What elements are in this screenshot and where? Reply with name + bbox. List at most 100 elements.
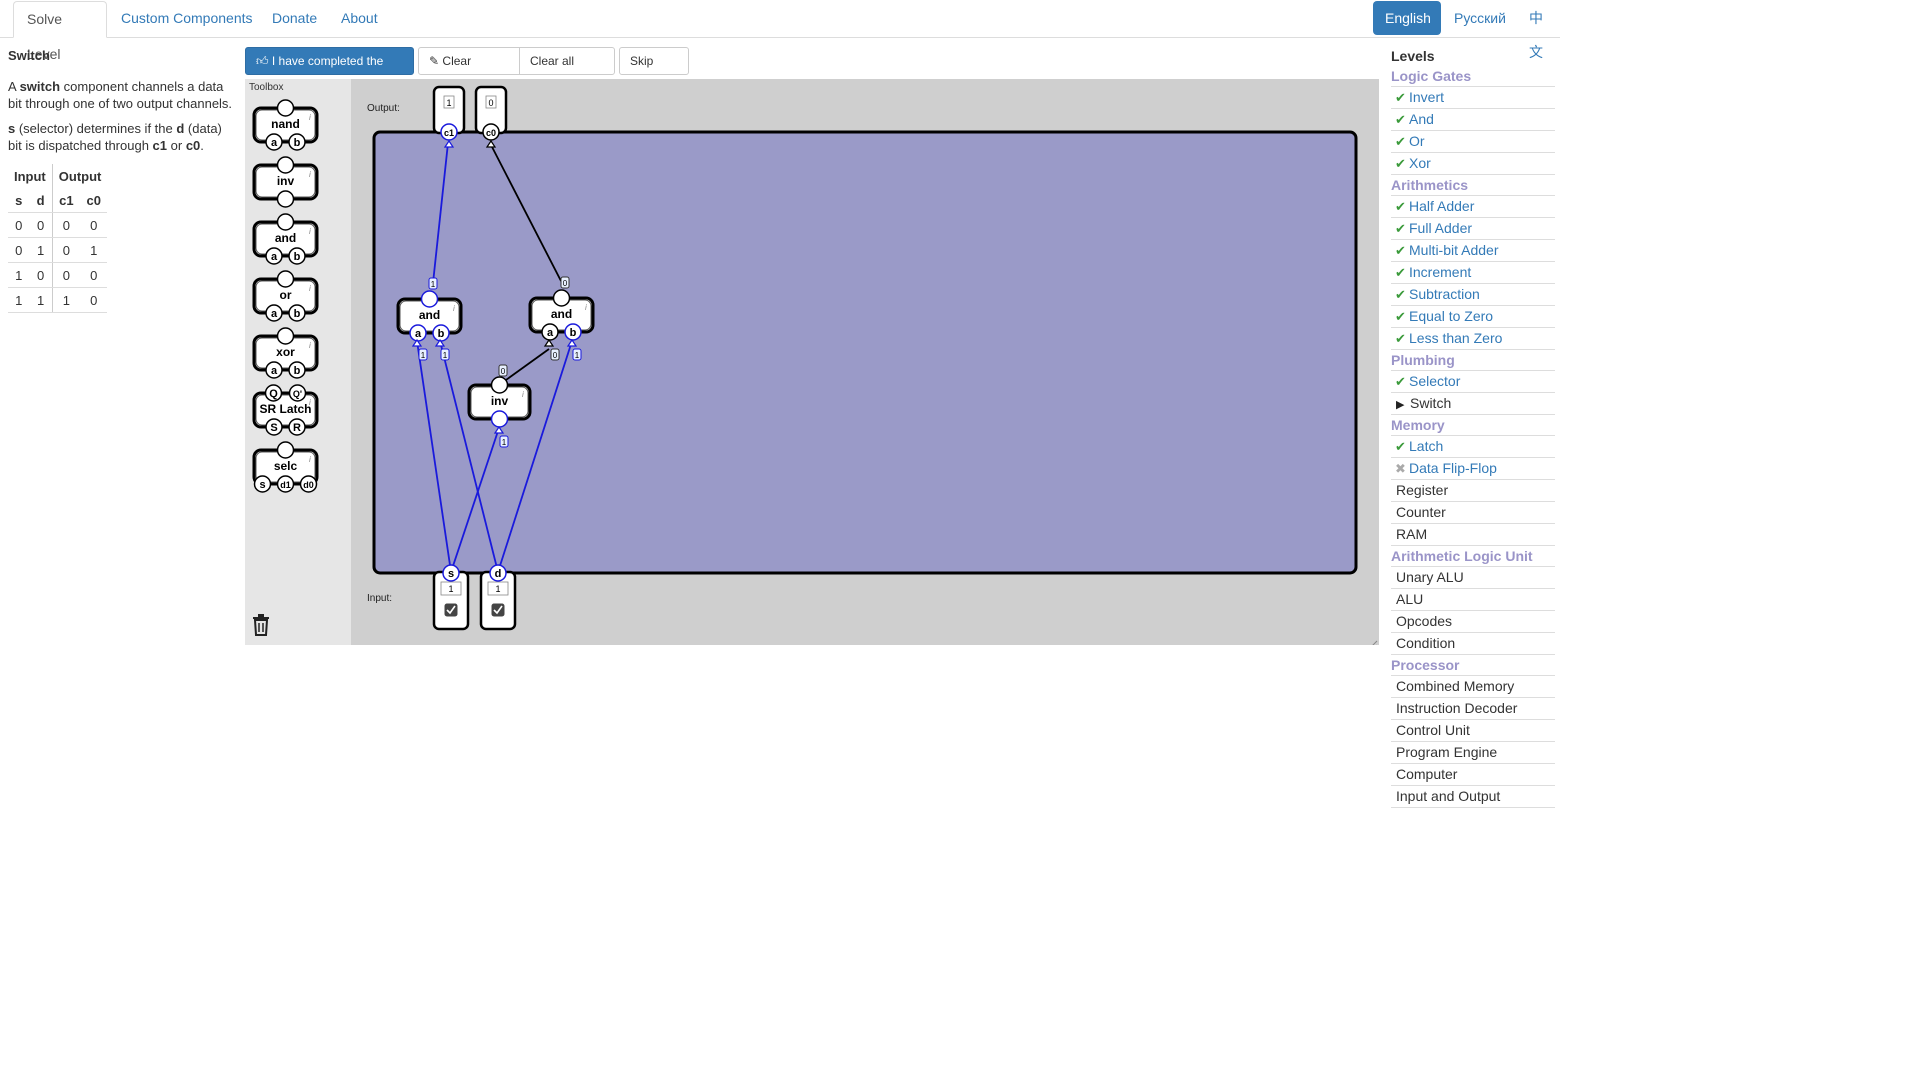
level-item[interactable]: Combined Memory xyxy=(1391,676,1555,698)
output-terminal-c0[interactable]: 0 c0 xyxy=(474,85,508,141)
input-pin[interactable] xyxy=(276,190,295,208)
level-item[interactable]: Computer xyxy=(1391,764,1555,786)
input-pin-r[interactable]: R xyxy=(288,418,306,436)
level-item[interactable]: Opcodes xyxy=(1391,611,1555,633)
level-item[interactable]: ✔ Full Adder xyxy=(1391,218,1555,240)
gate-or[interactable]: or i a b xyxy=(252,270,319,322)
input-pin-s[interactable]: s xyxy=(253,475,272,493)
output-pin[interactable] xyxy=(276,99,295,117)
level-item[interactable]: ✔ Xor xyxy=(1391,153,1555,175)
level-item[interactable]: Input and Output xyxy=(1391,786,1555,808)
input-pin-s[interactable]: s xyxy=(442,564,460,582)
input-label: Input: xyxy=(367,593,392,604)
tab-donate[interactable]: Donate xyxy=(259,1,330,36)
resize-handle-icon[interactable] xyxy=(1368,640,1378,650)
output-pin[interactable] xyxy=(276,327,295,345)
input-pin-s[interactable]: S xyxy=(265,418,283,436)
level-item[interactable]: ✔ Increment xyxy=(1391,262,1555,284)
output-pin[interactable] xyxy=(276,156,295,174)
truth-header-input: Input xyxy=(14,168,46,184)
input-toggle-checkbox[interactable] xyxy=(444,603,458,617)
level-item[interactable]: Condition xyxy=(1391,633,1555,655)
output-pin[interactable]: Q xyxy=(264,384,283,402)
level-item[interactable]: Register xyxy=(1391,480,1555,502)
output-pin[interactable] xyxy=(276,270,295,288)
clear-all-levels-button[interactable]: Clear all levels xyxy=(519,47,615,94)
gate-xor[interactable]: xor i a b xyxy=(252,327,319,379)
level-item[interactable]: ✔ Or xyxy=(1391,131,1555,153)
level-item[interactable]: ✖ Data Flip-Flop xyxy=(1391,458,1555,480)
input-terminal-s[interactable]: 1s xyxy=(432,564,470,631)
lang-english[interactable]: English xyxy=(1373,1,1441,35)
skip-level-button[interactable]: Skip level xyxy=(619,47,689,94)
level-item[interactable]: Unary ALU xyxy=(1391,567,1555,589)
level-item[interactable]: ▶ Switch xyxy=(1391,393,1555,415)
input-pin-a[interactable]: a xyxy=(265,361,283,379)
level-item[interactable]: ✔ And xyxy=(1391,109,1555,131)
input-pin-b[interactable]: b xyxy=(288,133,306,151)
level-item[interactable]: ✔ Equal to Zero xyxy=(1391,306,1555,328)
completed-level-button[interactable]: 👍︎ I have completed the level xyxy=(245,47,414,94)
gate-and[interactable]: and i a b xyxy=(252,213,319,265)
level-item[interactable]: ✔ Multi-bit Adder xyxy=(1391,240,1555,262)
input-pin-a[interactable]: a xyxy=(409,324,427,342)
level-item[interactable]: ✔ Latch xyxy=(1391,436,1555,458)
input-toggle-checkbox[interactable] xyxy=(491,603,505,617)
clear-canvas-button[interactable]: ✎ Clear canvas xyxy=(418,47,520,94)
output-terminal-c1[interactable]: 1 c1 xyxy=(432,85,466,141)
input-pin-a[interactable]: a xyxy=(541,323,559,341)
level-item[interactable]: RAM xyxy=(1391,524,1555,546)
level-item[interactable]: Counter xyxy=(1391,502,1555,524)
input-pin[interactable] xyxy=(490,410,509,428)
input-pin-a[interactable]: a xyxy=(265,304,283,322)
tab-solve-level[interactable]: Solve Level xyxy=(13,1,107,62)
gate-sr-latch[interactable]: SR Latchi Q Q' S R xyxy=(252,384,319,436)
gate-selc[interactable]: selc i s d1 d0 xyxy=(252,441,319,493)
output-pin-c1[interactable]: c1 xyxy=(440,123,458,141)
input-pin-d1[interactable]: d1 xyxy=(276,475,295,493)
level-item[interactable]: ✔ Subtraction xyxy=(1391,284,1555,306)
output-pin[interactable] xyxy=(552,289,571,307)
level-item[interactable]: ✔ Less than Zero xyxy=(1391,328,1555,350)
output-pin[interactable] xyxy=(420,290,439,308)
output-pin[interactable] xyxy=(276,213,295,231)
gate-and[interactable]: and i a b xyxy=(528,289,595,341)
circuit-board[interactable] xyxy=(372,130,1358,575)
input-pin-d[interactable]: d xyxy=(489,564,507,582)
gate-nand[interactable]: nand i a b xyxy=(252,99,319,151)
input-pin-a[interactable]: a xyxy=(265,247,283,265)
circuit-canvas[interactable]: Output: Input: 1 c1 0 c0 1 s 1 d and i a b and i a b inv i 1… xyxy=(351,79,1379,650)
output-pin[interactable] xyxy=(276,441,295,459)
tab-about[interactable]: About xyxy=(328,1,391,36)
input-pin-b[interactable]: b xyxy=(288,304,306,322)
lang-chinese[interactable]: 中文 xyxy=(1517,1,1560,60)
input-pin-a[interactable]: a xyxy=(265,133,283,151)
input-pin-d0[interactable]: d0 xyxy=(299,475,318,493)
tab-custom-components[interactable]: Custom Components xyxy=(108,1,266,36)
input-pin-b[interactable]: b xyxy=(288,247,306,265)
input-pin-b[interactable]: b xyxy=(288,361,306,379)
output-pin-c0[interactable]: c0 xyxy=(482,123,500,141)
input-pin-b[interactable]: b xyxy=(564,323,582,341)
trash-icon[interactable] xyxy=(252,614,270,636)
level-item[interactable]: ALU xyxy=(1391,589,1555,611)
checkmark-icon: ✔ xyxy=(1395,374,1406,389)
input-pin-b[interactable]: b xyxy=(432,324,450,342)
svg-text:a: a xyxy=(271,308,278,320)
level-item[interactable]: Control Unit xyxy=(1391,720,1555,742)
output-pin[interactable]: Q' xyxy=(288,384,307,402)
circuit-diagram[interactable]: Output:Input:1c10c01s1dand ia band ia binv i1… xyxy=(351,79,1379,650)
input-terminal-d[interactable]: 1d xyxy=(479,564,517,631)
level-item[interactable]: ✔ Half Adder xyxy=(1391,196,1555,218)
level-item[interactable]: Program Engine xyxy=(1391,742,1555,764)
level-item[interactable]: ✔ Invert xyxy=(1391,87,1555,109)
output-pin[interactable] xyxy=(490,376,509,394)
gate-and[interactable]: and i a b xyxy=(396,290,463,342)
gate-label: SR Latch xyxy=(259,402,311,416)
gate-label: selc xyxy=(274,459,298,473)
gate-inv[interactable]: inv i xyxy=(467,376,532,428)
level-item[interactable]: ✔ Selector xyxy=(1391,371,1555,393)
lang-russian[interactable]: Русский xyxy=(1442,1,1518,35)
level-item[interactable]: Instruction Decoder xyxy=(1391,698,1555,720)
gate-inv[interactable]: inv i xyxy=(252,156,319,208)
